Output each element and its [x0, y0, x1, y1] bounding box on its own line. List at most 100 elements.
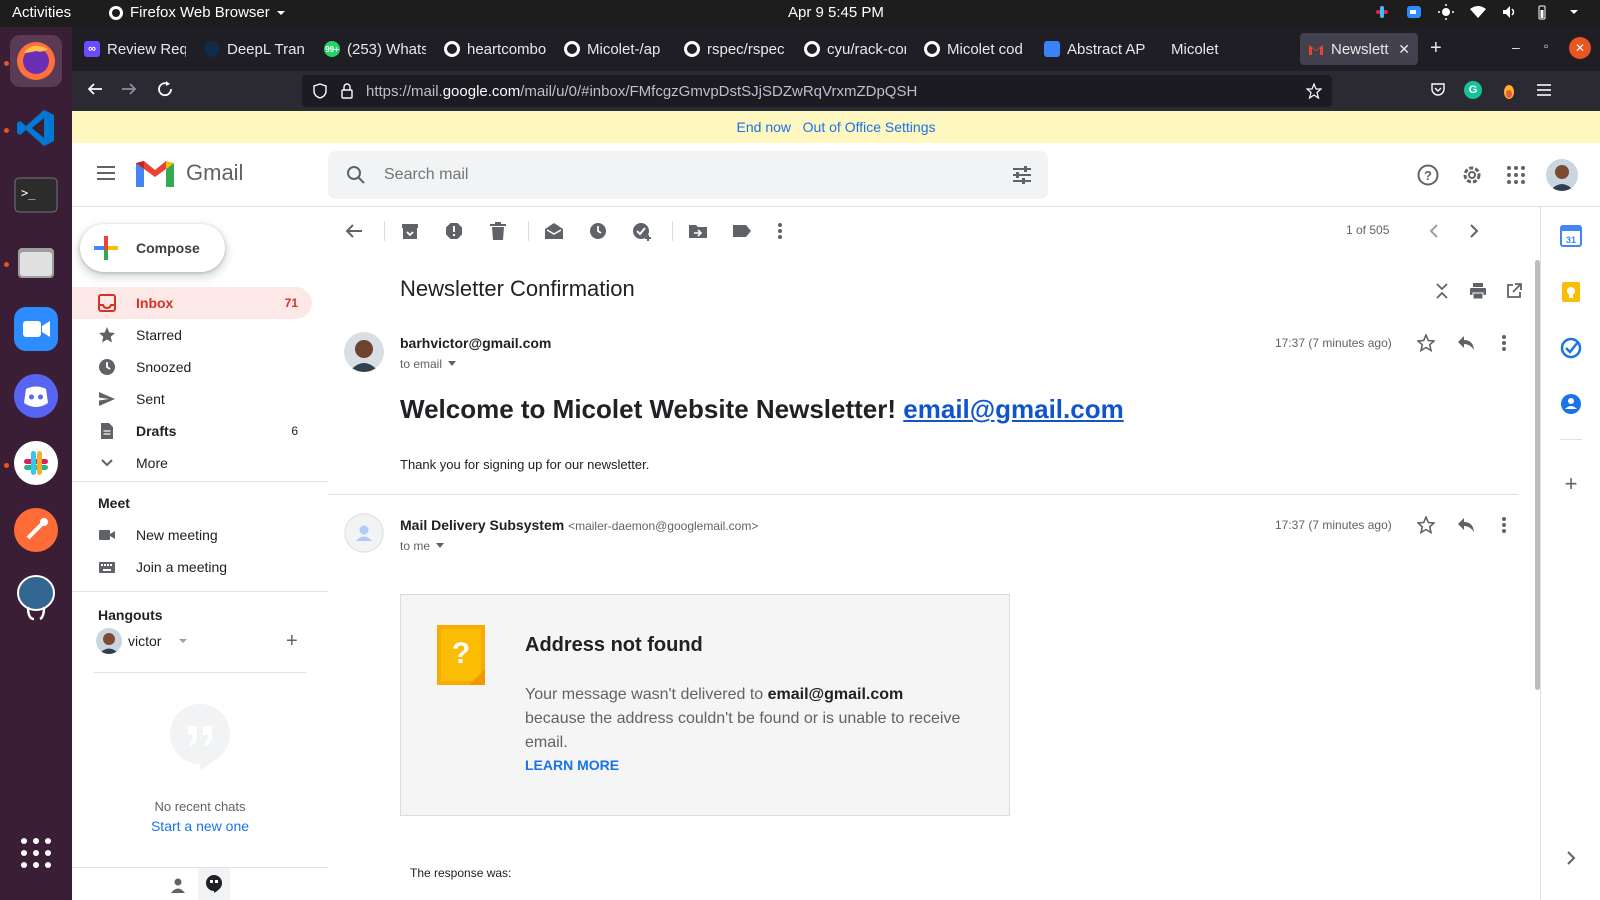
join-meeting-item[interactable]: Join a meeting	[72, 551, 312, 583]
reply-icon[interactable]	[1454, 513, 1478, 537]
browser-tab[interactable]: heartcombo	[436, 33, 554, 65]
gmail-logo[interactable]: Gmail	[136, 159, 243, 187]
sidebar-item-inbox[interactable]: Inbox 71	[72, 287, 312, 319]
tracking-shield-icon[interactable]	[312, 83, 328, 99]
files-dock-icon[interactable]	[10, 236, 62, 288]
print-icon[interactable]	[1466, 279, 1490, 303]
learn-more-link[interactable]: LEARN MORE	[525, 757, 619, 773]
report-spam-icon[interactable]	[442, 219, 466, 243]
snooze-clock-icon[interactable]	[586, 219, 610, 243]
sidebar-item-sent[interactable]: Sent	[72, 383, 312, 415]
older-chevron-right-icon[interactable]	[1462, 219, 1486, 243]
collapse-all-icon[interactable]	[1430, 279, 1454, 303]
browser-tab[interactable]: DeepL Tran	[196, 33, 314, 65]
add-to-tasks-icon[interactable]	[630, 219, 654, 243]
new-meeting-item[interactable]: New meeting	[72, 519, 312, 551]
system-tray[interactable]	[1374, 4, 1582, 20]
zoom-dock-icon[interactable]	[10, 303, 62, 355]
search-options-icon[interactable]	[1012, 165, 1032, 185]
sidebar-item-snoozed[interactable]: Snoozed	[72, 351, 312, 383]
clock[interactable]: Apr 9 5:45 PM	[788, 4, 884, 21]
minimize-window-button[interactable]: –	[1512, 39, 1520, 55]
reply-icon[interactable]	[1454, 331, 1478, 355]
forward-arrow-icon[interactable]	[120, 80, 138, 98]
wifi-icon[interactable]	[1470, 4, 1486, 20]
message-more-vertical-icon[interactable]	[1492, 331, 1516, 355]
bookmark-star-icon[interactable]	[1306, 83, 1322, 99]
more-vertical-icon[interactable]	[768, 219, 792, 243]
start-new-chat-link[interactable]: Start a new one	[72, 818, 328, 834]
search-icon[interactable]	[346, 165, 366, 185]
compose-button[interactable]: Compose	[80, 224, 225, 272]
browser-tab[interactable]: 99+ (253) Whats	[316, 33, 434, 65]
url-bar[interactable]: https://mail.google.com/mail/u/0/#inbox/…	[302, 75, 1332, 107]
browser-tab[interactable]: rspec/rspec	[676, 33, 794, 65]
settings-gear-icon[interactable]	[1456, 159, 1488, 191]
firefox-dock-icon[interactable]	[10, 35, 62, 87]
apps-grid-icon[interactable]	[1500, 159, 1532, 191]
star-message-icon[interactable]	[1414, 331, 1438, 355]
email-link[interactable]: email@gmail.com	[903, 394, 1123, 424]
brightness-icon[interactable]	[1438, 4, 1454, 20]
search-input[interactable]	[384, 166, 984, 184]
show-applications-icon[interactable]	[10, 827, 62, 879]
recipients-toggle[interactable]: to email	[400, 357, 457, 371]
open-in-new-window-icon[interactable]	[1502, 279, 1526, 303]
grammarly-extension-icon[interactable]: G	[1464, 81, 1482, 99]
power-menu-caret-icon[interactable]	[1566, 4, 1582, 20]
mark-unread-icon[interactable]	[542, 219, 566, 243]
message-more-vertical-icon[interactable]	[1492, 513, 1516, 537]
move-to-folder-icon[interactable]	[686, 219, 710, 243]
archive-icon[interactable]	[398, 219, 422, 243]
volume-icon[interactable]	[1502, 4, 1518, 20]
back-to-inbox-icon[interactable]	[342, 219, 366, 243]
google-tasks-icon[interactable]	[1560, 337, 1582, 359]
daemon-avatar[interactable]	[344, 513, 384, 553]
vscode-dock-icon[interactable]	[10, 102, 62, 154]
new-tab-button[interactable]: +	[1430, 37, 1442, 60]
battery-icon[interactable]	[1534, 4, 1550, 20]
help-icon[interactable]: ?	[1412, 159, 1444, 191]
lock-icon[interactable]	[340, 83, 354, 99]
account-avatar[interactable]	[1546, 159, 1578, 191]
sender-avatar[interactable]	[344, 332, 384, 372]
google-calendar-icon[interactable]: 31	[1560, 225, 1582, 247]
postman-dock-icon[interactable]	[10, 504, 62, 556]
delete-trash-icon[interactable]	[486, 219, 510, 243]
search-bar[interactable]	[328, 151, 1048, 199]
contacts-person-icon[interactable]	[170, 877, 186, 893]
close-window-button[interactable]: ✕	[1569, 37, 1591, 59]
close-tab-icon[interactable]: ✕	[1398, 41, 1410, 58]
browser-tab[interactable]: cyu/rack-cor	[796, 33, 914, 65]
browser-tab[interactable]: Micolet cod	[916, 33, 1034, 65]
label-tag-icon[interactable]	[730, 219, 754, 243]
discord-dock-icon[interactable]	[10, 370, 62, 422]
terminal-dock-icon[interactable]: >_	[10, 169, 62, 221]
browser-tab[interactable]: ∞ Review Req	[76, 33, 194, 65]
zoom-tray-icon[interactable]	[1406, 4, 1422, 20]
sender-line[interactable]: Mail Delivery Subsystem <mailer-daemon@g…	[400, 517, 758, 533]
out-of-office-settings-link[interactable]: Out of Office Settings	[803, 119, 936, 135]
sender-name[interactable]: barhvictor@gmail.com	[400, 335, 551, 351]
new-conversation-plus-icon[interactable]: +	[286, 630, 298, 653]
hangouts-user-row[interactable]: victor +	[96, 628, 308, 658]
status-caret-icon[interactable]	[178, 636, 188, 646]
google-contacts-icon[interactable]	[1560, 393, 1582, 415]
maximize-window-button[interactable]: ▫	[1544, 39, 1548, 53]
browser-tab[interactable]: Micolet	[1156, 33, 1274, 65]
sidebar-item-starred[interactable]: Starred	[72, 319, 312, 351]
main-menu-icon[interactable]	[96, 163, 116, 183]
recipients-toggle[interactable]: to me	[400, 539, 445, 553]
slack-tray-icon[interactable]	[1374, 4, 1390, 20]
star-message-icon[interactable]	[1414, 513, 1438, 537]
browser-tab-active[interactable]: Newslette ✕	[1300, 33, 1418, 65]
activities-button[interactable]: Activities	[12, 4, 71, 21]
postgresql-dock-icon[interactable]	[10, 571, 62, 623]
hamburger-menu-icon[interactable]	[1536, 82, 1552, 98]
back-arrow-icon[interactable]	[86, 80, 104, 98]
browser-tab[interactable]: Micolet-/ap	[556, 33, 674, 65]
sidebar-item-drafts[interactable]: Drafts 6	[72, 415, 312, 447]
expand-side-panel-chevron-icon[interactable]	[1560, 847, 1582, 869]
sidebar-item-more[interactable]: More	[72, 447, 312, 479]
slack-dock-icon[interactable]	[10, 437, 62, 489]
